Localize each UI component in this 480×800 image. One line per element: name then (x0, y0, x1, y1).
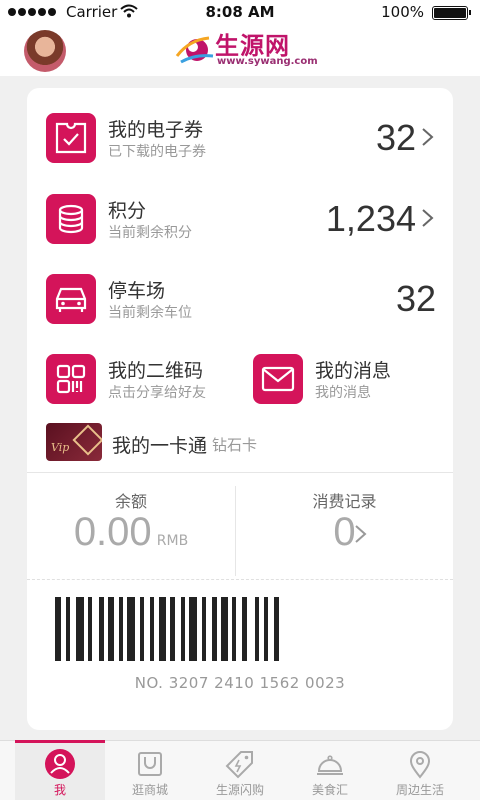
barcode-bar (255, 597, 259, 661)
bag-icon (138, 752, 162, 776)
balance-label: 余额 (114, 492, 147, 511)
barcode-bar (76, 597, 84, 661)
records-label: 消费记录 (312, 492, 377, 511)
records-count: 0 (333, 510, 356, 554)
logo-mark-icon (175, 36, 214, 64)
points-title: 积分 (108, 200, 147, 222)
barcode-bar (140, 597, 144, 661)
tab-label: 美食汇 (311, 783, 348, 797)
vip-card-text: Vip (51, 441, 70, 454)
balance-amount: 0.00 (73, 510, 152, 554)
coupons-subtitle: 已下载的电子券 (108, 144, 206, 160)
barcode-bar (232, 597, 236, 661)
barcode-bar (202, 597, 206, 661)
app-logo: 生源网 www.sywang.com (175, 28, 318, 72)
qrcode-button[interactable]: 我的二维码 点击分享给好友 (46, 354, 246, 410)
parking-subtitle: 当前剩余车位 (108, 305, 192, 321)
barcode-bar (127, 597, 135, 661)
car-icon (46, 274, 96, 324)
barcode-bar (221, 597, 228, 661)
parking-count: 32 (395, 278, 436, 319)
tab-label: 生源闪购 (215, 783, 264, 797)
messages-button[interactable]: 我的消息 我的消息 (253, 354, 453, 410)
barcode-bar (242, 597, 247, 661)
coupons-row[interactable]: 我的电子券 已下载的电子券 32 (46, 113, 436, 169)
barcode (55, 597, 279, 661)
dashed-divider (27, 579, 453, 580)
tab-mall[interactable]: 逛商城 (105, 741, 195, 800)
barcode-bar (159, 597, 166, 661)
qrcode-title: 我的二维码 (108, 360, 204, 382)
tab-me[interactable]: 我 (15, 740, 105, 800)
user-icon (45, 749, 75, 779)
tab-flash-sale[interactable]: 生源闪购 (195, 741, 285, 800)
location-pin-icon (409, 751, 431, 779)
battery-percent: 100% (381, 3, 424, 21)
chevron-right-icon (355, 525, 367, 543)
barcode-bar (181, 597, 185, 661)
barcode-bar (108, 597, 114, 661)
coupons-title: 我的电子券 (108, 119, 204, 141)
chevron-right-icon (422, 209, 434, 227)
parking-row[interactable]: 停车场 当前剩余车位 32 (46, 274, 436, 330)
tab-food[interactable]: 美食汇 (285, 741, 375, 800)
tag-icon (225, 751, 253, 779)
barcode-bar (274, 597, 279, 661)
member-card-type: 钻石卡 (212, 436, 258, 454)
balance-value: 0.00 RMB (27, 510, 235, 555)
messages-subtitle: 我的消息 (315, 385, 371, 401)
parking-title: 停车场 (108, 280, 166, 302)
divider (27, 472, 453, 473)
coin-stack-icon (46, 194, 96, 244)
cloche-icon (317, 755, 343, 775)
barcode-bar (88, 597, 92, 661)
coupons-count: 32 (375, 117, 416, 158)
barcode-bar (189, 597, 197, 661)
avatar[interactable] (24, 30, 66, 72)
member-card-title: 我的一卡通 (112, 435, 208, 457)
barcode-bar (170, 597, 175, 661)
app-header: 生源网 www.sywang.com (0, 24, 480, 76)
qrcode-icon (46, 354, 96, 404)
vip-card-image: Vip (46, 423, 102, 461)
chevron-right-icon (422, 128, 434, 146)
points-subtitle: 当前剩余积分 (108, 225, 192, 241)
barcode-bar (212, 597, 217, 661)
battery-icon (432, 6, 471, 20)
envelope-icon (253, 354, 303, 404)
ticket-check-icon (46, 113, 96, 163)
tab-label: 周边生活 (395, 783, 444, 797)
points-value: 1,234 (325, 198, 416, 239)
barcode-bar (55, 597, 61, 661)
balance-unit: RMB (156, 533, 189, 549)
barcode-bar (150, 597, 154, 661)
barcode-bar (119, 597, 123, 661)
logo-url: www.sywang.com (217, 56, 318, 67)
barcode-bar (66, 597, 70, 661)
tab-bar: 我 逛商城 生源闪购 美食汇 周边生活 (0, 740, 480, 800)
tab-label: 我 (53, 783, 66, 797)
barcode-bar (99, 597, 104, 661)
qrcode-subtitle: 点击分享给好友 (108, 385, 206, 401)
member-card-row[interactable]: Vip 我的一卡通 钻石卡 (46, 423, 436, 463)
tab-label: 逛商城 (131, 783, 168, 797)
tab-nearby[interactable]: 周边生活 (375, 741, 465, 800)
barcode-number: NO. 3207 2410 1562 0023 (134, 674, 346, 692)
status-bar: Carrier 8:08 AM 100% (0, 0, 480, 24)
barcode-bar (264, 597, 268, 661)
points-row[interactable]: 积分 当前剩余积分 1,234 (46, 194, 436, 250)
messages-title: 我的消息 (315, 360, 392, 382)
